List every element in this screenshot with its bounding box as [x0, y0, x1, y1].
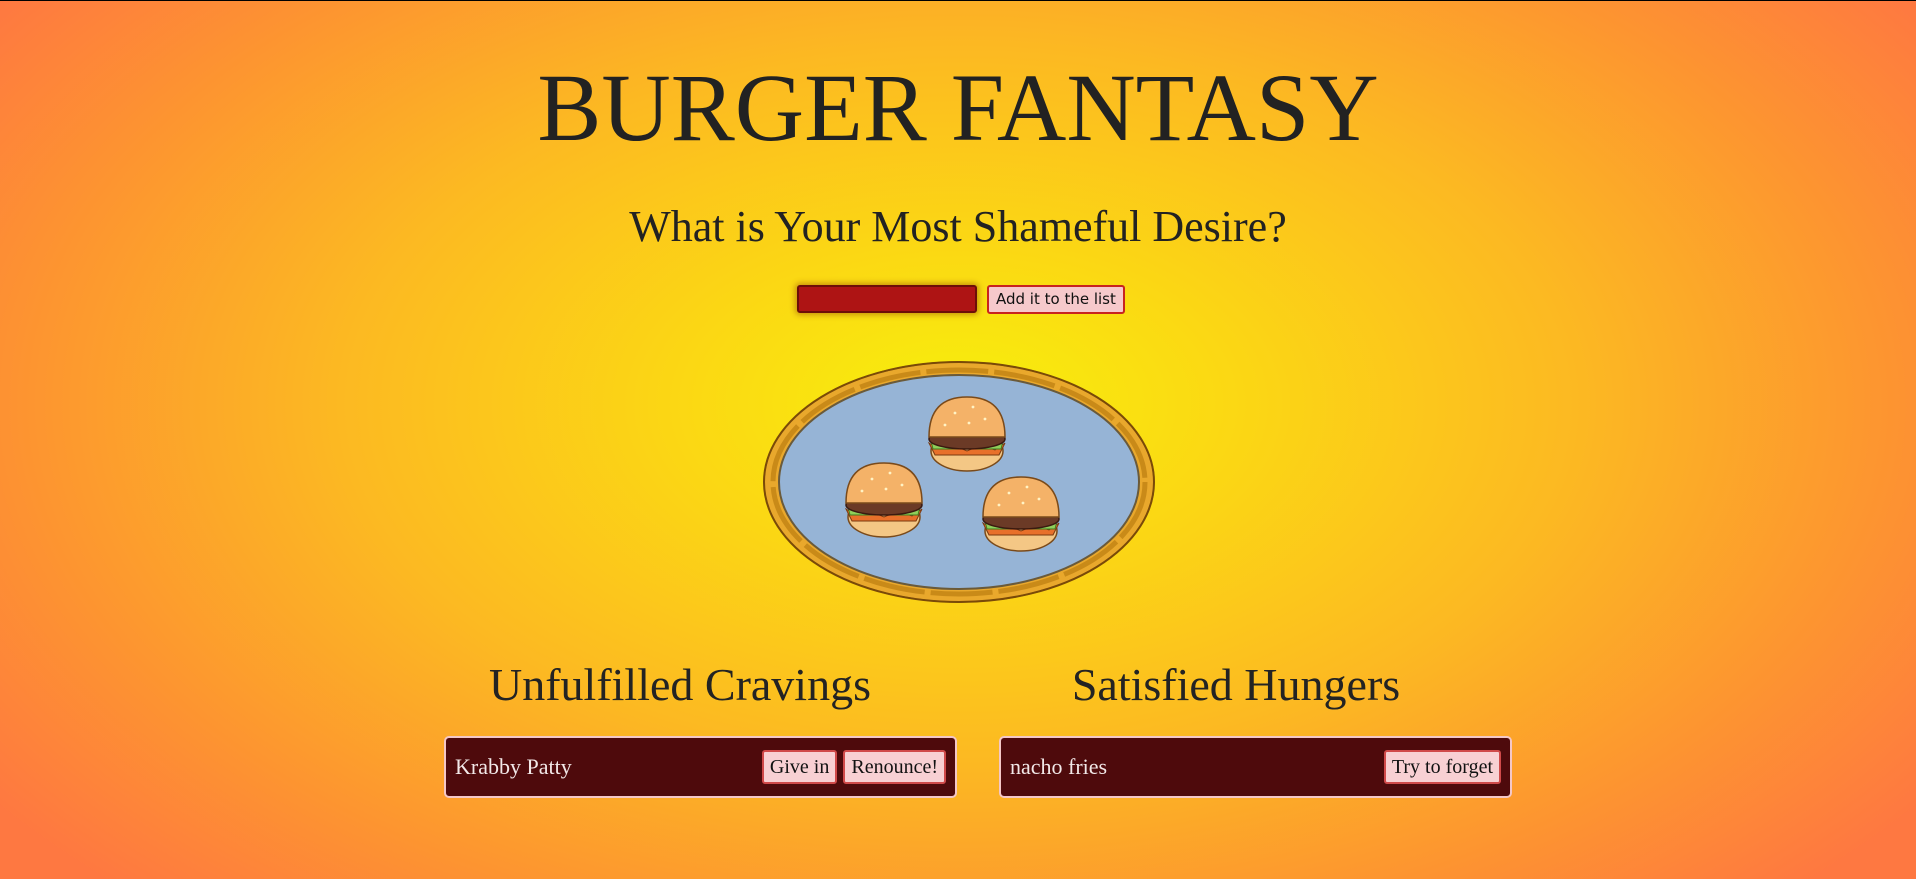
burger-icon: [927, 396, 1006, 472]
satisfied-item-name: nacho fries: [1010, 754, 1108, 779]
renounce-button[interactable]: Renounce!: [843, 750, 946, 784]
try-to-forget-button[interactable]: Try to forget: [1383, 750, 1501, 784]
burger-platter-illustration: [763, 361, 1155, 603]
desire-input[interactable]: [797, 285, 977, 313]
add-desire-form: Add it to the list: [797, 284, 1125, 314]
satisfied-list-item: nacho fries Try to forget: [999, 736, 1512, 798]
give-in-button[interactable]: Give in: [761, 750, 838, 784]
burger-icon: [981, 476, 1060, 552]
craving-item-name: Krabby Patty: [455, 754, 572, 779]
unfulfilled-cravings-heading: Unfulfilled Cravings: [489, 659, 871, 710]
page-subtitle: What is Your Most Shameful Desire?: [629, 202, 1287, 251]
satisfied-hungers-heading: Satisfied Hungers: [1071, 659, 1401, 710]
craving-list-item: Krabby Patty Give in Renounce!: [444, 736, 957, 798]
page-title: BURGER FANTASY: [537, 54, 1379, 161]
add-to-list-button[interactable]: Add it to the list: [987, 284, 1125, 314]
burger-icon: [844, 462, 923, 538]
